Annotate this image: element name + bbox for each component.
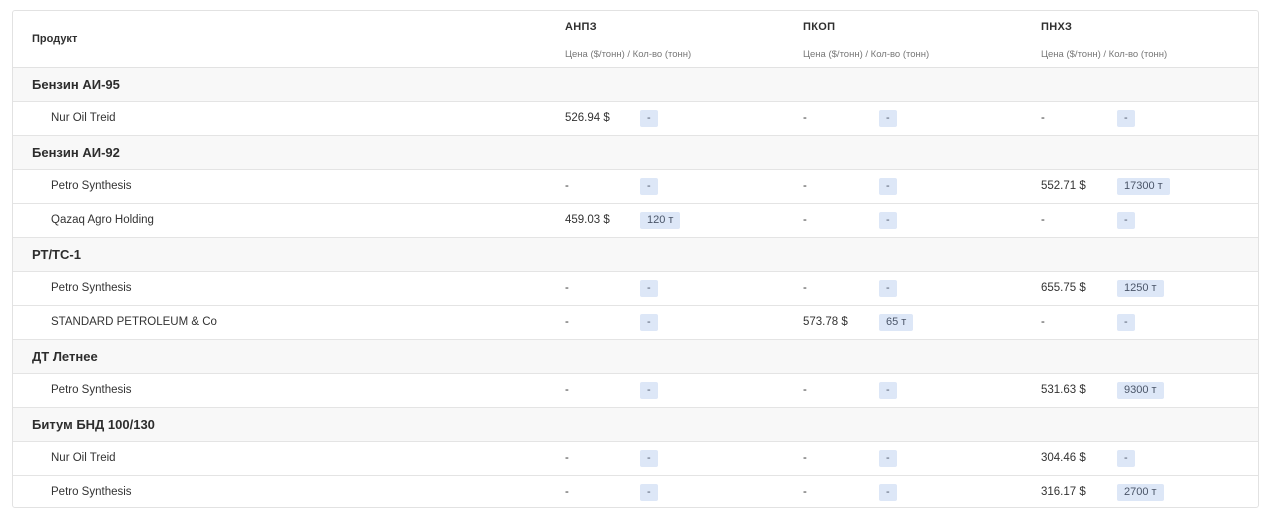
quantity-badge: - — [640, 110, 658, 127]
supplier-name: Petro Synthesis — [51, 180, 132, 192]
price-cell: 304.46 $ — [1041, 452, 1086, 464]
price-cell: 552.71 $ — [1041, 180, 1086, 192]
column-header-subtitle: Цена ($/тонн) / Кол-во (тонн) — [803, 49, 930, 60]
column-header-name: ПНХЗ — [1041, 21, 1073, 33]
table-row[interactable]: Petro Synthesis - - - - 316.17 $ 2700 т — [13, 476, 1258, 507]
price-cell: 459.03 $ — [565, 214, 610, 226]
quantity-badge: - — [640, 450, 658, 467]
quantity-badge: 120 т — [640, 212, 681, 229]
table-row[interactable]: Petro Synthesis - - - - 655.75 $ 1250 т — [13, 272, 1258, 306]
price-cell: - — [565, 486, 569, 498]
quantity-badge: - — [879, 450, 897, 467]
column-header-name: АНПЗ — [565, 21, 597, 33]
price-cell: 531.63 $ — [1041, 384, 1086, 396]
column-header-subtitle: Цена ($/тонн) / Кол-во (тонн) — [565, 49, 692, 60]
price-cell: - — [1041, 112, 1045, 124]
supplier-name: Petro Synthesis — [51, 282, 132, 294]
price-cell: - — [565, 384, 569, 396]
quantity-badge: - — [879, 212, 897, 229]
quantity-badge: 9300 т — [1117, 382, 1164, 399]
product-group-name: РТ/ТС-1 — [32, 247, 81, 262]
table-row[interactable]: Nur Oil Treid - - - - 304.46 $ - — [13, 442, 1258, 476]
table-row[interactable]: Petro Synthesis - - - - 552.71 $ 17300 т — [13, 170, 1258, 204]
quantity-badge: - — [640, 484, 658, 501]
price-cell: - — [565, 282, 569, 294]
quantity-badge: 1250 т — [1117, 280, 1164, 297]
price-cell: - — [803, 452, 807, 464]
price-cell: - — [1041, 316, 1045, 328]
quantity-badge: - — [1117, 212, 1135, 229]
product-group-row: ДТ Летнее — [13, 340, 1258, 374]
quantity-badge: - — [879, 110, 897, 127]
supplier-name: Nur Oil Treid — [51, 112, 116, 124]
quantity-badge: 2700 т — [1117, 484, 1164, 501]
price-cell: 573.78 $ — [803, 316, 848, 328]
product-group-row: Бензин АИ-92 — [13, 136, 1258, 170]
supplier-name: STANDARD PETROLEUM & Co — [51, 316, 217, 328]
quantity-badge: - — [1117, 450, 1135, 467]
product-group-name: Бензин АИ-92 — [32, 145, 120, 160]
price-cell: - — [565, 452, 569, 464]
quantity-badge: - — [879, 178, 897, 195]
price-cell: - — [803, 180, 807, 192]
price-cell: - — [803, 282, 807, 294]
product-group-row: Битум БНД 100/130 — [13, 408, 1258, 442]
product-group-name: Битум БНД 100/130 — [32, 417, 155, 432]
column-header-pnhz: ПНХЗ Цена ($/тонн) / Кол-во (тонн) — [1041, 21, 1167, 60]
quantity-badge: 65 т — [879, 314, 914, 331]
price-cell: 316.17 $ — [1041, 486, 1086, 498]
supplier-name: Qazaq Agro Holding — [51, 214, 154, 226]
product-group-name: ДТ Летнее — [32, 349, 98, 364]
quantity-badge: - — [879, 280, 897, 297]
table-row[interactable]: Nur Oil Treid 526.94 $ - - - - - — [13, 102, 1258, 136]
table-row[interactable]: Qazaq Agro Holding 459.03 $ 120 т - - - - — [13, 204, 1258, 238]
product-group-row: Бензин АИ-95 — [13, 68, 1258, 102]
price-cell: - — [803, 486, 807, 498]
quantity-badge: - — [640, 280, 658, 297]
column-header-subtitle: Цена ($/тонн) / Кол-во (тонн) — [1041, 49, 1168, 60]
table-body: Бензин АИ-95 Nur Oil Treid 526.94 $ - - - - - Бе… — [13, 68, 1258, 507]
product-group-name: Бензин АИ-95 — [32, 77, 120, 92]
quantity-badge: - — [879, 382, 897, 399]
price-cell: - — [1041, 214, 1045, 226]
quantity-badge: - — [1117, 110, 1135, 127]
column-header-anpz: АНПЗ Цена ($/тонн) / Кол-во (тонн) — [565, 21, 691, 60]
price-cell: - — [803, 214, 807, 226]
column-header-pkop: ПКОП Цена ($/тонн) / Кол-во (тонн) — [803, 21, 929, 60]
table-row[interactable]: STANDARD PETROLEUM & Co - - 573.78 $ 65 т - - — [13, 306, 1258, 340]
table-row[interactable]: Petro Synthesis - - - - 531.63 $ 9300 т — [13, 374, 1258, 408]
price-cell: 655.75 $ — [1041, 282, 1086, 294]
table-header: Продукт АНПЗ Цена ($/тонн) / Кол-во (тон… — [13, 11, 1258, 68]
supplier-name: Petro Synthesis — [51, 384, 132, 396]
quantity-badge: - — [879, 484, 897, 501]
quantity-badge: - — [640, 178, 658, 195]
column-header-product: Продукт — [32, 33, 78, 45]
quantity-badge: - — [640, 382, 658, 399]
price-cell: - — [565, 180, 569, 192]
price-cell: - — [803, 384, 807, 396]
price-cell: 526.94 $ — [565, 112, 610, 124]
quantity-badge: - — [640, 314, 658, 331]
price-cell: - — [803, 112, 807, 124]
supplier-name: Petro Synthesis — [51, 486, 132, 498]
supplier-name: Nur Oil Treid — [51, 452, 116, 464]
price-table: Продукт АНПЗ Цена ($/тонн) / Кол-во (тон… — [12, 10, 1259, 508]
price-cell: - — [565, 316, 569, 328]
product-group-row: РТ/ТС-1 — [13, 238, 1258, 272]
column-header-name: ПКОП — [803, 21, 836, 33]
quantity-badge: - — [1117, 314, 1135, 331]
quantity-badge: 17300 т — [1117, 178, 1170, 195]
